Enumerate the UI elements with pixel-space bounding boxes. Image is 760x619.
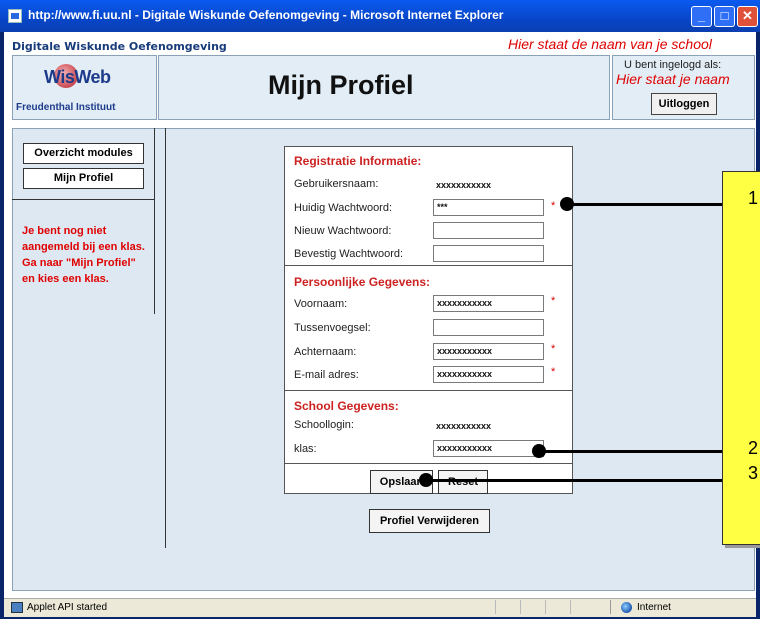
new-password-label: Nieuw Wachtwoord: — [294, 225, 392, 237]
page-title: Mijn Profiel — [268, 70, 414, 100]
class-label: klas: — [294, 443, 317, 455]
confirm-password-label: Bevestig Wachtwoord: — [294, 248, 404, 260]
current-password-label: Huidig Wachtwoord: — [294, 202, 393, 214]
wisweb-logo[interactable]: WisWeb — [44, 67, 111, 88]
confirm-password-input[interactable] — [433, 245, 544, 262]
section-registration-heading: Registratie Informatie: — [294, 154, 422, 168]
window-title: http://www.fi.uu.nl - Digitale Wiskunde … — [28, 8, 504, 22]
section-personal-heading: Persoonlijke Gegevens: — [294, 275, 431, 289]
divider — [495, 600, 496, 614]
email-input[interactable]: xxxxxxxxxxx — [433, 366, 544, 383]
school-name: Hier staat de naam van je school — [508, 36, 712, 52]
callout-line — [425, 479, 722, 482]
login-label: U bent ingelogd als: — [624, 59, 722, 71]
divider — [570, 600, 571, 614]
prefix-label: Tussenvoegsel: — [294, 322, 371, 334]
divider — [610, 600, 611, 614]
app-label: Digitale Wiskunde Oefenomgeving — [12, 40, 227, 53]
security-zone: Internet — [637, 602, 671, 613]
lastname-label: Achternaam: — [294, 346, 357, 358]
divider — [284, 265, 573, 266]
email-label: E-mail adres: — [294, 369, 359, 381]
current-password-input[interactable]: *** — [433, 199, 544, 216]
prefix-input[interactable] — [433, 319, 544, 336]
divider — [545, 600, 546, 614]
logo-subtitle: Freudenthal Instituut — [16, 102, 116, 113]
maximize-button[interactable]: □ — [714, 6, 735, 27]
annotation-number-3: 3 — [748, 463, 759, 483]
ie-page-icon — [8, 9, 22, 23]
internet-globe-icon — [621, 602, 632, 613]
divider — [520, 600, 521, 614]
annotation-note — [722, 171, 760, 545]
delete-profile-button[interactable]: Profiel Verwijderen — [369, 509, 490, 533]
firstname-input[interactable]: xxxxxxxxxxx — [433, 295, 544, 312]
callout-line — [566, 203, 722, 206]
divider — [284, 463, 573, 464]
close-button[interactable]: ✕ — [737, 6, 758, 27]
annotation-number-1: 1 — [748, 188, 759, 208]
divider — [12, 199, 155, 200]
callout-dot — [532, 444, 546, 458]
lastname-input[interactable]: xxxxxxxxxxx — [433, 343, 544, 360]
divider — [165, 128, 166, 548]
required-marker: * — [551, 343, 556, 355]
page-status-icon — [11, 602, 23, 613]
section-school-heading: School Gegevens: — [294, 399, 399, 413]
firstname-label: Voornaam: — [294, 298, 348, 310]
sidebar-item-mijn-profiel[interactable]: Mijn Profiel — [23, 168, 144, 189]
required-marker: * — [551, 366, 556, 378]
minimize-button[interactable]: _ — [691, 6, 712, 27]
sidebar-message: Je bent nog niet aangemeld bij een klas.… — [22, 225, 145, 285]
user-name: Hier staat je naam — [616, 71, 730, 87]
class-select[interactable]: xxxxxxxxxxx — [433, 440, 544, 457]
username-value: xxxxxxxxxxx — [436, 180, 492, 190]
required-marker: * — [551, 295, 556, 307]
required-marker: * — [551, 200, 556, 212]
callout-line — [538, 450, 722, 453]
new-password-input[interactable] — [433, 222, 544, 239]
username-label: Gebruikersnaam: — [294, 178, 379, 190]
schoollogin-value: xxxxxxxxxxx — [436, 421, 492, 431]
reset-button[interactable]: Reset — [438, 470, 488, 494]
callout-dot — [560, 197, 574, 211]
status-text: Applet API started — [27, 602, 108, 613]
divider — [284, 390, 573, 391]
callout-dot — [419, 473, 433, 487]
divider — [154, 128, 155, 314]
logout-button[interactable]: Uitloggen — [651, 93, 717, 115]
annotation-number-2: 2 — [748, 438, 759, 458]
schoollogin-label: Schoollogin: — [294, 419, 354, 431]
sidebar-item-overzicht-modules[interactable]: Overzicht modules — [23, 143, 144, 164]
